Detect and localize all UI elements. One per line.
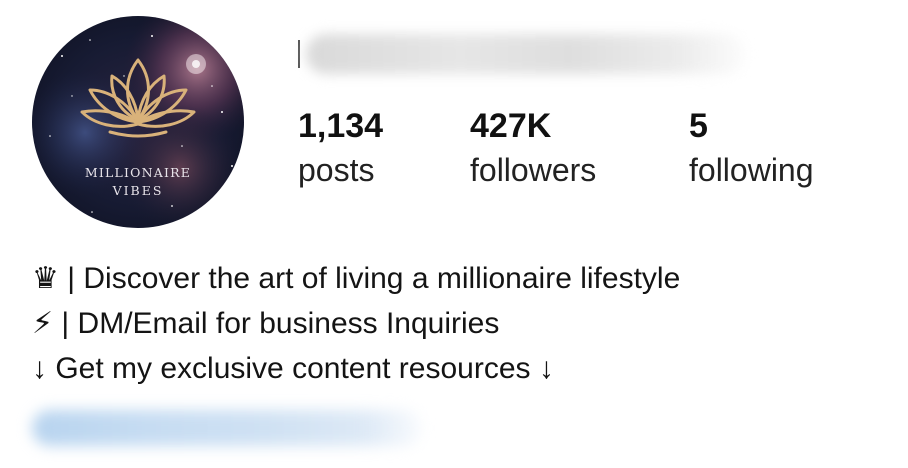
bio-line-3: ↓ Get my exclusive content resources ↓ xyxy=(32,346,892,391)
avatar-text-line2: VIBES xyxy=(112,183,164,198)
bio-line-2-text: | DM/Email for business Inquiries xyxy=(53,307,500,340)
stat-following[interactable]: 5 following xyxy=(689,106,814,190)
followers-label: followers xyxy=(470,152,597,188)
username-blurred xyxy=(298,30,768,80)
following-count: 5 xyxy=(689,107,708,145)
following-label: following xyxy=(689,152,814,188)
profile-header: MILLIONAIRE VIBES 1,134 posts 427K follo… xyxy=(0,0,908,468)
profile-avatar[interactable]: MILLIONAIRE VIBES xyxy=(32,16,244,228)
stat-followers[interactable]: 427K followers xyxy=(470,106,596,190)
profile-link-blurred[interactable] xyxy=(22,402,442,454)
posts-count: 1,134 xyxy=(298,107,384,145)
username-caret xyxy=(298,40,300,68)
bio-line-1-text: | Discover the art of living a millionai… xyxy=(58,262,681,295)
followers-count: 427K xyxy=(470,107,552,145)
profile-bio: ♛ | Discover the art of living a million… xyxy=(32,256,892,391)
bio-line-2: ⚡︎ | DM/Email for business Inquiries xyxy=(32,301,892,346)
posts-label: posts xyxy=(298,152,375,188)
bio-line-3-text: ↓ Get my exclusive content resources ↓ xyxy=(32,352,554,385)
avatar-text-line1: MILLIONAIRE xyxy=(85,165,191,180)
stat-posts[interactable]: 1,134 posts xyxy=(298,106,383,190)
avatar-image: MILLIONAIRE VIBES xyxy=(32,16,244,228)
link-redaction xyxy=(32,410,422,446)
lightning-icon: ⚡︎ xyxy=(32,307,54,340)
username-redaction xyxy=(306,34,746,74)
bio-line-1: ♛ | Discover the art of living a million… xyxy=(32,256,892,301)
crown-icon: ♛ xyxy=(32,262,59,295)
